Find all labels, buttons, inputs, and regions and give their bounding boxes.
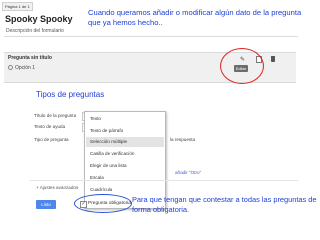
annotation-edit-note: Cuando queramos añadir o modificar algún… [88, 8, 302, 27]
question-title: Pregunta sin título [8, 55, 52, 61]
annotation-question-types: Tipos de preguntas [36, 90, 105, 99]
type-option-paragraph[interactable]: Texto de párrafo [86, 126, 164, 136]
label-question-title: Título de la pregunta [34, 113, 77, 118]
advanced-settings-link[interactable]: + Ajustes avanzados [36, 185, 78, 190]
label-help-text: Texto de ayuda [34, 124, 66, 129]
question-option: Opción 1 [8, 65, 35, 71]
divider [30, 180, 298, 181]
page-tab[interactable]: Página 1 de 1 [2, 2, 33, 11]
annotation-required-note: Para que tengan que contestar a todas la… [132, 195, 317, 214]
form-title: Spooky Spooky [5, 14, 73, 24]
label-question-type: Tipo de pregunta [34, 137, 69, 142]
option-label: Opción 1 [15, 65, 36, 71]
type-option-text[interactable]: Texto [86, 114, 164, 124]
add-other-link[interactable]: añadir "Otro" [175, 170, 201, 175]
highlight-ellipse-required [74, 194, 132, 213]
highlight-ellipse-edit [220, 48, 264, 84]
type-option-scale[interactable]: Escala [86, 173, 164, 183]
form-description[interactable]: Descripción del formulario [6, 28, 64, 34]
divider [4, 36, 298, 37]
type-option-list[interactable]: Elegir de una lista [86, 161, 164, 171]
radio-icon [8, 65, 13, 71]
done-button[interactable]: Listo [36, 200, 56, 209]
trash-icon[interactable] [271, 56, 275, 62]
response-hint: la respuesta [170, 137, 196, 142]
type-option-multiple-choice[interactable]: Selección múltiple [86, 137, 164, 147]
type-option-checkboxes[interactable]: Casilla de verificación [86, 149, 164, 159]
